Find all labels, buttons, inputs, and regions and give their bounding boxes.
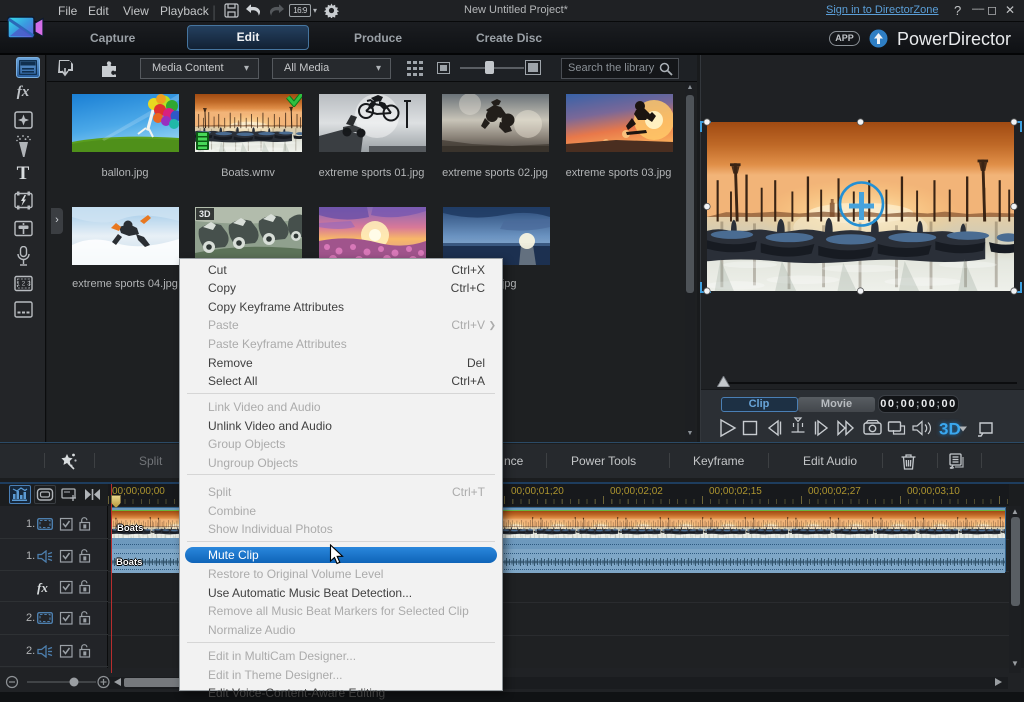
svg-text:1 2 3: 1 2 3 <box>16 281 31 288</box>
svg-text:3D: 3D <box>939 420 961 439</box>
